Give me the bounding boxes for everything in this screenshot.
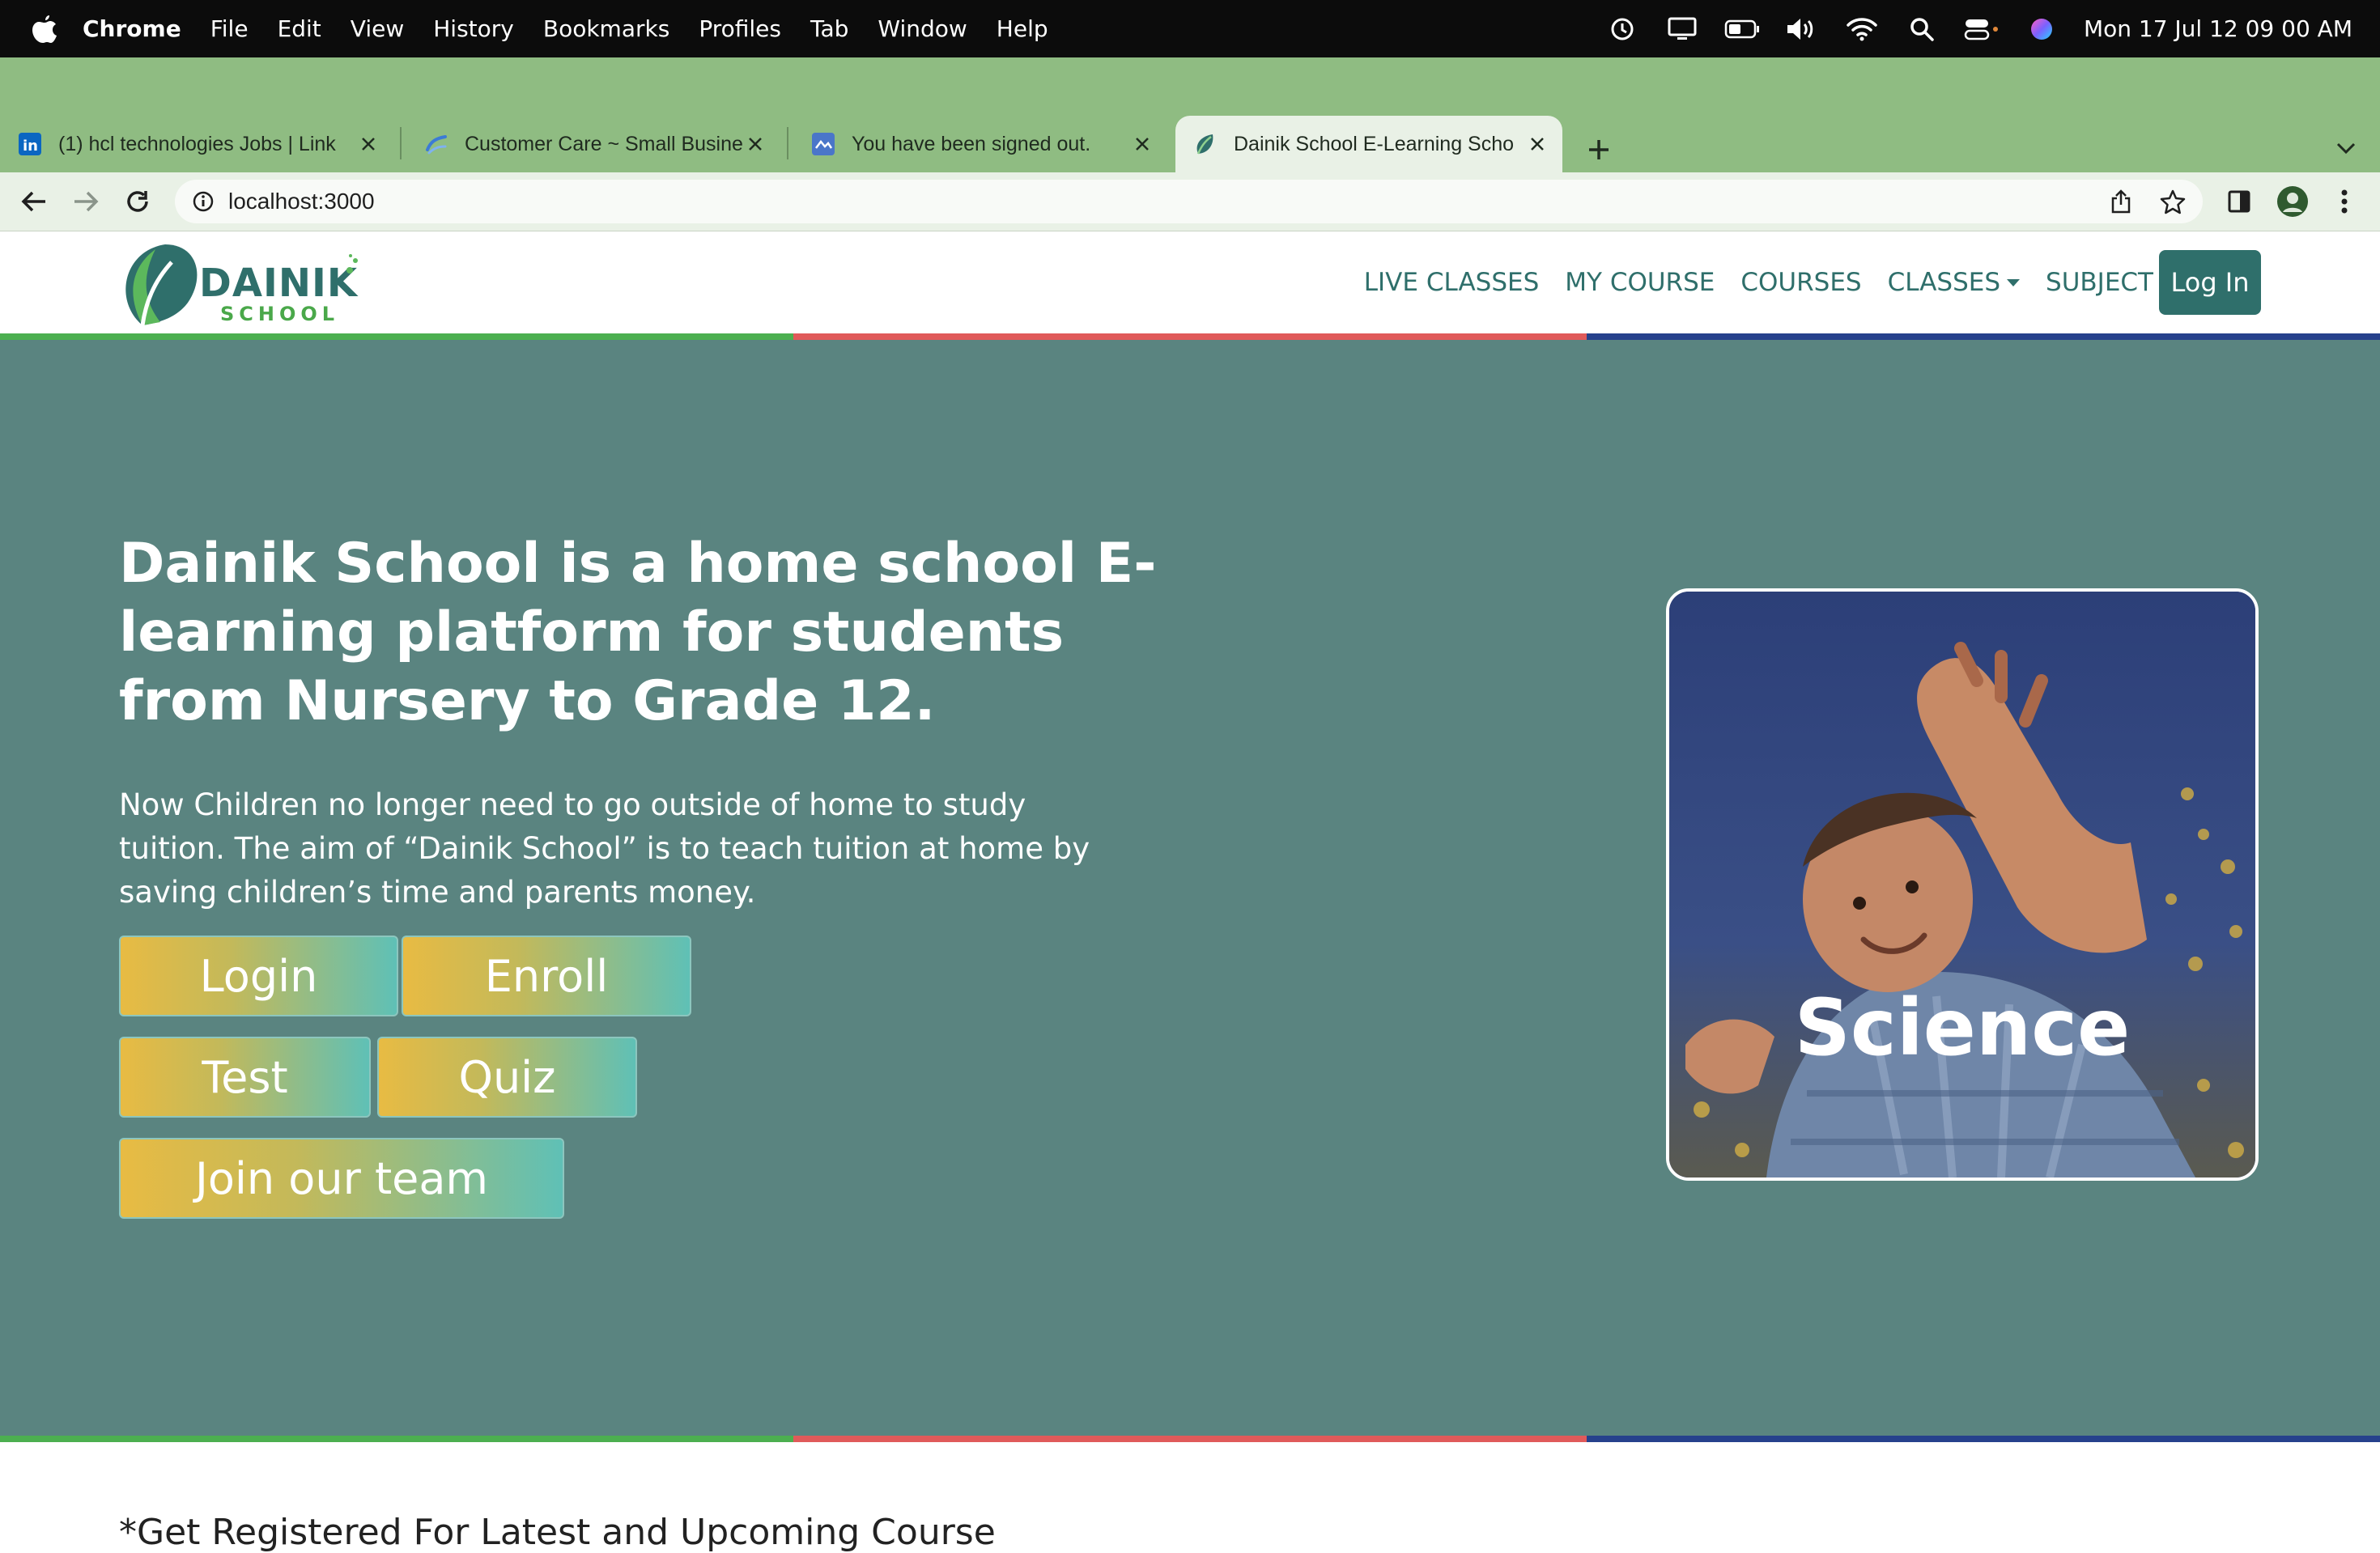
tab-title: You have been signed out.: [852, 132, 1091, 155]
card-subject-label: Science: [1794, 982, 2131, 1073]
stripe-blue: [1587, 333, 2380, 340]
wifi-icon[interactable]: [1844, 11, 1880, 47]
hero-title: Dainik School is a home school E-learnin…: [119, 532, 1157, 733]
menu-edit[interactable]: Edit: [278, 15, 321, 42]
forward-arrow-icon[interactable]: [68, 184, 104, 219]
nav-subject-label: SUBJECT: [2046, 268, 2153, 297]
tab-separator: [400, 127, 402, 159]
nav-subject-dropdown[interactable]: SUBJECT: [2046, 268, 2173, 297]
close-icon[interactable]: [356, 132, 380, 156]
logo-sparkle-icon: [346, 254, 358, 274]
share-icon[interactable]: [2106, 186, 2136, 217]
nav-courses[interactable]: COURSES: [1740, 268, 1861, 297]
tab-customer-care[interactable]: Customer Care ~ Small Busine: [406, 116, 780, 172]
logo-subtitle: SCHOOL: [220, 303, 340, 325]
tab-linkedin[interactable]: in (1) hcl technologies Jobs | Link: [0, 116, 393, 172]
tab-search-chevron-down-icon[interactable]: [2330, 132, 2362, 164]
link-icon: [424, 132, 448, 156]
browser-toolbar: localhost:3000: [0, 172, 2380, 231]
nav-live-classes[interactable]: LIVE CLASSES: [1364, 268, 1540, 297]
menu-profiles[interactable]: Profiles: [699, 15, 781, 42]
tab-title: Customer Care ~ Small Busine: [465, 132, 743, 155]
dainik-leaf-icon: [1193, 132, 1218, 156]
subject-card-science[interactable]: Science: [1666, 588, 2259, 1181]
stripe-red: [793, 1436, 1587, 1442]
reload-icon[interactable]: [120, 184, 155, 219]
apple-logo-icon[interactable]: [31, 15, 58, 43]
svg-text:in: in: [23, 138, 38, 155]
menu-help[interactable]: Help: [997, 15, 1048, 42]
browser-tab-strip: in (1) hcl technologies Jobs | Link Cust…: [0, 57, 2380, 172]
bookmark-star-icon[interactable]: [2157, 186, 2188, 217]
tab-title: (1) hcl technologies Jobs | Link: [58, 132, 336, 155]
linkedin-icon: in: [18, 132, 42, 156]
menu-app-name[interactable]: Chrome: [83, 15, 181, 42]
spotlight-search-icon[interactable]: [1904, 11, 1940, 47]
hero-enroll-button[interactable]: Enroll: [402, 936, 691, 1016]
hero-section: Dainik School is a home school E-learnin…: [0, 340, 2380, 1436]
stripe-red: [793, 333, 1587, 340]
profile-avatar-icon[interactable]: [2275, 184, 2310, 219]
signed-out-icon: [811, 132, 835, 156]
site-info-icon[interactable]: [189, 188, 217, 215]
stripe-green: [0, 1436, 793, 1442]
site-navbar: DAINIK SCHOOL LIVE CLASSES MY COURSE COU…: [0, 231, 2380, 333]
color-stripe-top: [0, 333, 2380, 340]
new-tab-plus-icon[interactable]: [1581, 132, 1617, 168]
logo-wordmark: DAINIK: [199, 261, 359, 306]
science-card-photo: [1669, 592, 2255, 1177]
dainik-leaf-logo-icon: [125, 244, 198, 326]
nav-links: LIVE CLASSES MY COURSE COURSES CLASSES S…: [1338, 231, 2173, 333]
menu-window[interactable]: Window: [878, 15, 967, 42]
tab-signed-out[interactable]: You have been signed out.: [793, 116, 1167, 172]
nav-classes-dropdown[interactable]: CLASSES: [1887, 268, 2021, 297]
hero-login-button[interactable]: Login: [119, 936, 398, 1016]
nav-classes-label: CLASSES: [1887, 268, 2001, 297]
hero-quiz-button[interactable]: Quiz: [377, 1037, 637, 1118]
stripe-blue: [1587, 1436, 2380, 1442]
menu-bookmarks[interactable]: Bookmarks: [543, 15, 669, 42]
color-stripe-bottom: [0, 1436, 2380, 1442]
time-machine-icon[interactable]: [1604, 11, 1640, 47]
siri-icon[interactable]: [2024, 11, 2059, 47]
back-arrow-icon[interactable]: [16, 184, 52, 219]
nav-my-course[interactable]: MY COURSE: [1565, 268, 1715, 297]
tab-title: Dainik School E-Learning Scho: [1234, 132, 1515, 155]
menu-view[interactable]: View: [351, 15, 404, 42]
hero-join-team-button[interactable]: Join our team: [119, 1138, 564, 1219]
caret-down-icon: [2007, 278, 2021, 286]
close-icon[interactable]: [1525, 132, 1549, 156]
dainik-school-logo[interactable]: DAINIK SCHOOL: [118, 238, 369, 329]
menu-file[interactable]: File: [210, 15, 249, 42]
more-menu-icon[interactable]: [2327, 184, 2362, 219]
display-icon[interactable]: [1664, 11, 1700, 47]
hero-description: Now Children no longer need to go outsid…: [119, 787, 1090, 910]
battery-icon[interactable]: [1724, 11, 1760, 47]
url-text[interactable]: localhost:3000: [228, 189, 375, 214]
address-bar[interactable]: localhost:3000: [175, 180, 2203, 223]
menu-bar-clock[interactable]: Mon 17 Jul 12 09 00 AM: [2084, 15, 2352, 42]
control-center-icon[interactable]: [1964, 11, 2000, 47]
register-section-title: *Get Registered For Latest and Upcoming …: [119, 1512, 996, 1553]
hero-test-button[interactable]: Test: [119, 1037, 371, 1118]
close-icon[interactable]: [743, 132, 767, 156]
menu-history[interactable]: History: [433, 15, 514, 42]
menu-tab[interactable]: Tab: [810, 15, 848, 42]
tab-separator: [787, 127, 788, 159]
tab-dainik-school[interactable]: Dainik School E-Learning Scho: [1175, 116, 1562, 172]
close-icon[interactable]: [1130, 132, 1154, 156]
side-panel-icon[interactable]: [2221, 184, 2257, 219]
stripe-green: [0, 333, 793, 340]
macos-menu-bar: Chrome File Edit View History Bookmarks …: [0, 0, 2380, 57]
volume-icon[interactable]: [1784, 11, 1820, 47]
nav-login-button[interactable]: Log In: [2159, 250, 2261, 315]
